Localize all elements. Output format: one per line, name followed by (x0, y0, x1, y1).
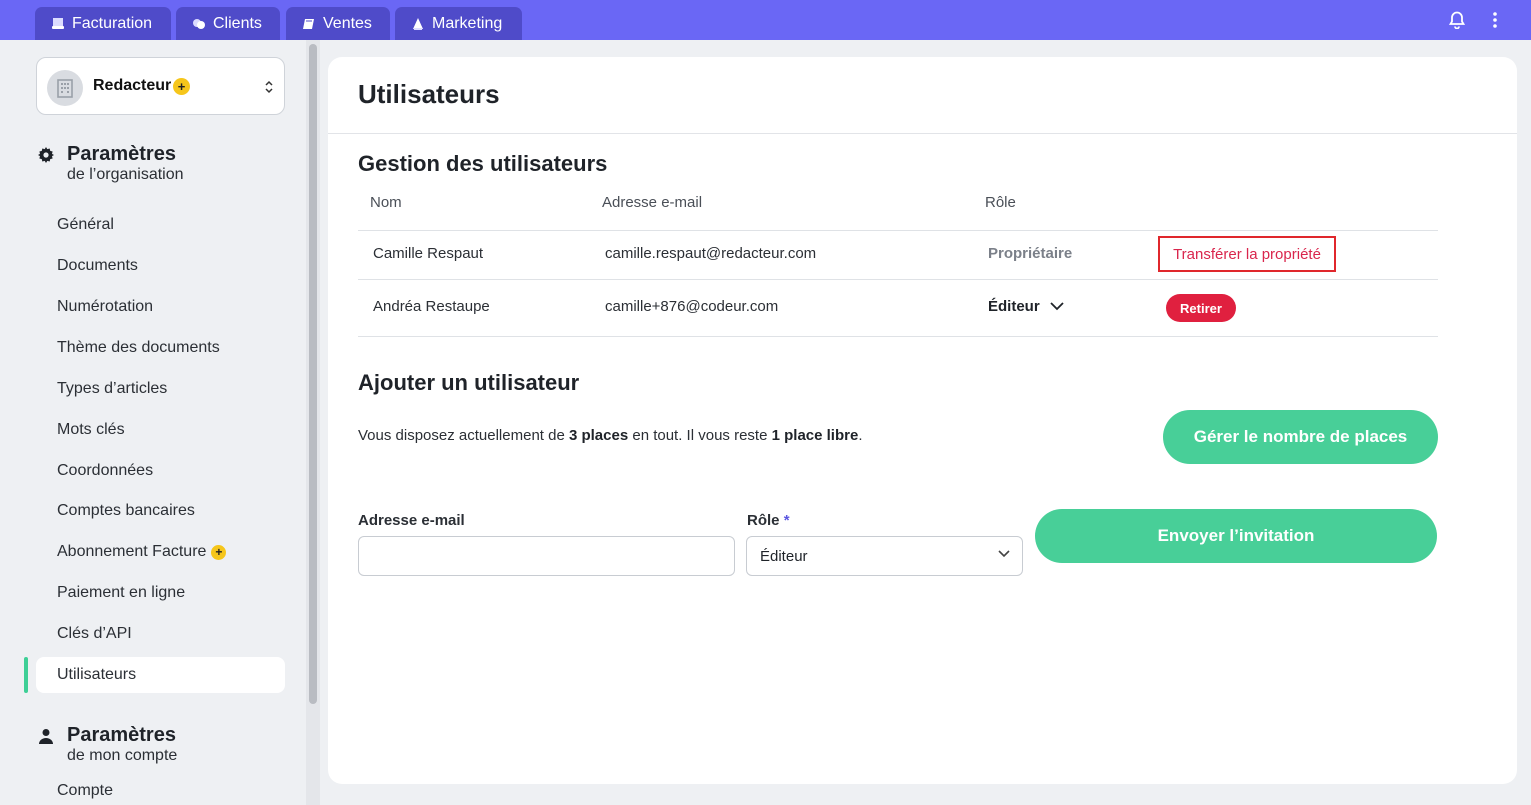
table-divider (358, 279, 1438, 280)
send-invitation-button[interactable]: Envoyer l’invitation (1035, 509, 1437, 563)
divider (328, 133, 1517, 134)
user-email: camille+876@codeur.com (605, 298, 779, 315)
chevron-up-down-icon (265, 80, 273, 94)
account-settings-header: Paramètres de mon compte (38, 724, 177, 765)
account-settings-title: Paramètres (67, 724, 176, 746)
sidebar-item-types-articles[interactable]: Types d’articles (36, 371, 285, 407)
role-select[interactable]: Éditeur (746, 536, 1023, 576)
sidebar-item-label: Comptes bancaires (57, 502, 195, 519)
sidebar-item-utilisateurs[interactable]: Utilisateurs (36, 657, 285, 693)
tab-marketing[interactable]: Marketing (395, 7, 522, 40)
clients-icon (193, 18, 205, 29)
user-email: camille.respaut@redacteur.com (605, 245, 817, 262)
email-field-label: Adresse e-mail (358, 512, 465, 529)
scrollbar-thumb[interactable] (309, 44, 317, 704)
role-select-value: Éditeur (760, 547, 808, 565)
sidebar-item-label: Général (57, 216, 114, 233)
org-settings-header: Paramètres de l’organisation (38, 143, 184, 184)
sidebar-item-label: Paiement en ligne (57, 584, 186, 601)
users-section-title: Gestion des utilisateurs (358, 151, 608, 176)
organization-selector[interactable]: Redacteur + (36, 57, 285, 115)
sales-icon (303, 18, 314, 29)
user-icon (39, 729, 53, 744)
seats-info-suffix: . (858, 427, 863, 444)
bell-icon[interactable] (1445, 8, 1469, 32)
chevron-down-icon (1050, 302, 1064, 311)
gear-icon (38, 147, 54, 163)
column-header-email: Adresse e-mail (602, 194, 703, 211)
page-title: Utilisateurs (358, 79, 500, 109)
sidebar-item-label: Types d’articles (57, 380, 168, 397)
seats-free: 1 place libre (771, 427, 859, 444)
sidebar-item-label: Thème des documents (57, 339, 220, 356)
sidebar-item-cles-api[interactable]: Clés d’API (36, 616, 285, 652)
role-dropdown[interactable]: Éditeur (988, 298, 1064, 315)
user-name: Andréa Restaupe (373, 298, 490, 315)
sidebar-item-theme-documents[interactable]: Thème des documents (36, 330, 285, 366)
tab-label: Clients (213, 14, 262, 32)
user-role: Propriétaire (988, 245, 1073, 262)
building-icon (47, 70, 83, 106)
seats-info-text: Vous disposez actuellement de 3 places e… (358, 427, 863, 444)
seats-total: 3 places (568, 427, 629, 444)
table-divider (358, 336, 1438, 337)
marketing-icon (413, 17, 423, 30)
sidebar-scrollbar[interactable] (306, 40, 320, 805)
invoice-icon (52, 17, 64, 29)
premium-badge: + (173, 78, 190, 95)
sidebar-item-compte[interactable]: Compte (36, 773, 285, 805)
organization-name: Redacteur (93, 77, 172, 94)
sidebar-item-comptes-bancaires[interactable]: Comptes bancaires (36, 493, 285, 529)
sidebar: Redacteur + Paramètres de l’organisation… (0, 40, 306, 805)
main-card: Utilisateurs Gestion des utilisateurs No… (328, 57, 1517, 784)
column-header-nom: Nom (370, 194, 402, 211)
tab-label: Marketing (432, 14, 503, 32)
tab-label: Ventes (323, 14, 372, 32)
org-settings-title: Paramètres (67, 143, 176, 165)
active-indicator (24, 657, 28, 693)
sidebar-item-documents[interactable]: Documents (36, 248, 285, 284)
seats-info-prefix: Vous disposez actuellement de (358, 427, 569, 444)
manage-seats-button[interactable]: Gérer le nombre de places (1163, 410, 1438, 464)
chevron-down-icon (998, 550, 1010, 558)
premium-badge: + (211, 544, 227, 560)
table-divider (358, 230, 1438, 231)
tab-label: Facturation (72, 14, 153, 32)
more-vertical-icon[interactable] (1483, 8, 1507, 32)
required-marker: * (783, 512, 790, 529)
sidebar-item-abonnement-facture[interactable]: Abonnement Facture + (36, 534, 285, 570)
sidebar-item-label: Mots clés (57, 421, 125, 438)
role-label-text: Rôle (747, 512, 780, 529)
sidebar-item-label: Documents (57, 257, 138, 274)
sidebar-item-label: Clés d’API (57, 625, 132, 642)
org-settings-subtitle: de l’organisation (67, 166, 184, 183)
remove-user-button[interactable]: Retirer (1166, 294, 1236, 322)
sidebar-item-label: Compte (57, 782, 114, 799)
tab-facturation[interactable]: Facturation (35, 7, 171, 40)
email-field[interactable] (358, 536, 735, 576)
seats-info-middle: en tout. Il vous reste (628, 427, 772, 444)
role-field-label: Rôle * (747, 512, 790, 529)
user-name: Camille Respaut (373, 245, 484, 262)
sidebar-item-label: Utilisateurs (57, 666, 137, 683)
top-navigation-bar: Facturation Clients Ventes Marketing (0, 0, 1531, 40)
role-dropdown-value: Éditeur (988, 298, 1040, 315)
sidebar-item-paiement-en-ligne[interactable]: Paiement en ligne (36, 575, 285, 611)
account-settings-subtitle: de mon compte (67, 747, 178, 764)
column-header-role: Rôle (985, 194, 1016, 211)
sidebar-item-label: Coordonnées (57, 462, 154, 479)
sidebar-item-general[interactable]: Général (36, 207, 285, 243)
transfer-ownership-link[interactable]: Transférer la propriété (1158, 236, 1336, 272)
sidebar-item-label: Abonnement Facture (57, 543, 207, 560)
sidebar-item-label: Numérotation (57, 298, 154, 315)
sidebar-item-coordonnees[interactable]: Coordonnées (36, 453, 285, 489)
tab-ventes[interactable]: Ventes (286, 7, 390, 40)
sidebar-item-mots-cles[interactable]: Mots clés (36, 412, 285, 448)
tab-clients[interactable]: Clients (176, 7, 280, 40)
add-user-section-title: Ajouter un utilisateur (358, 370, 580, 395)
sidebar-item-numerotation[interactable]: Numérotation (36, 289, 285, 325)
